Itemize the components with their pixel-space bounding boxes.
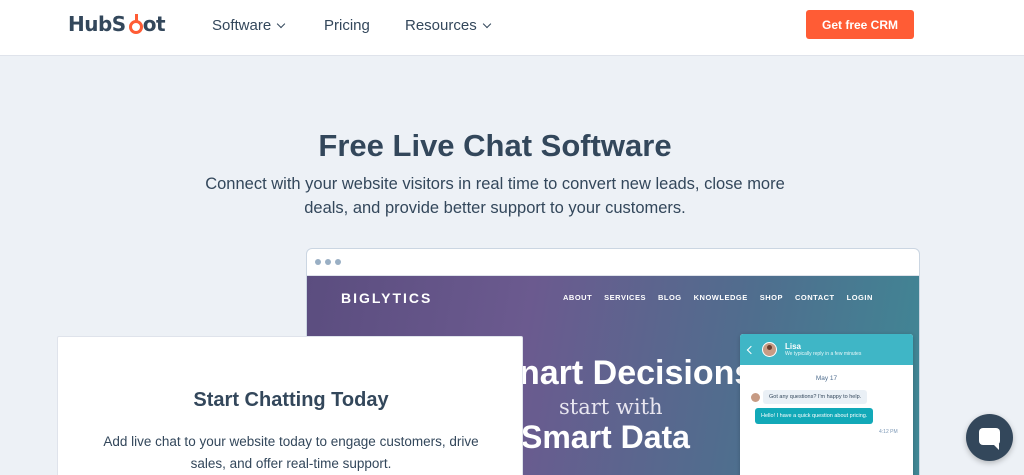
back-arrow-icon [746,345,756,354]
window-dot-icon [335,259,341,265]
mockup-headline: nart Decisions [519,354,754,392]
mockup-nav-item: SHOP [759,293,783,302]
card-text: Add live chat to your website today to e… [103,434,479,471]
mockup-nav-item: KNOWLEDGE [693,293,748,302]
page-subtitle: Connect with your website visitors in re… [205,175,785,217]
chat-date: May 17 [815,375,838,382]
top-navigation: HubS ot Software Pricing Resources Get fr… [0,0,1024,56]
page-title: Free Live Chat Software [318,128,672,163]
chevron-down-icon [482,19,491,29]
incoming-message: Got any questions? I'm happy to help. [763,390,868,404]
window-dot-icon [315,259,321,265]
chat-header: Lisa We typically reply in a few minutes [740,334,913,365]
agent-avatar [762,342,777,357]
agent-name: Lisa [785,342,802,351]
mockup-nav-item: BLOG [657,293,682,302]
mockup-site-nav: ABOUT SERVICES BLOG KNOWLEDGE SHOP CONTA… [563,293,873,302]
mockup-nav-item: LOGIN [846,293,873,302]
agent-avatar-small [751,392,760,402]
sprocket-icon [127,13,143,34]
card-title: Start Chatting Today [193,389,389,411]
chat-widget-mockup: Lisa We typically reply in a few minutes… [740,334,913,475]
nav-resources-label: Resources [405,17,477,34]
mockup-nav-item: ABOUT [563,293,593,302]
get-free-crm-button[interactable]: Get free CRM [806,10,914,39]
logo-text-right: ot [142,12,166,36]
chat-launcher-button[interactable] [966,414,1013,461]
nav-software[interactable]: Software [212,17,286,34]
nav-software-label: Software [212,17,272,34]
mockup-nav-item: SERVICES [604,293,646,302]
mockup-site-logo: BIGLYTICS [341,290,433,306]
mockup-headline: Smart Data [521,419,690,455]
start-chatting-card: Start Chatting Today Add live chat to yo… [57,336,523,475]
outgoing-message: Hello! I have a quick question about pri… [755,408,874,424]
incoming-message-row: Got any questions? I'm happy to help. [751,390,868,404]
hubspot-logo[interactable]: HubS ot [68,12,166,36]
window-dot-icon [325,259,331,265]
chat-bubble-icon [979,428,1000,450]
mockup-headline-script: start with [559,395,663,419]
nav-pricing[interactable]: Pricing [324,17,370,34]
message-time: 4:12 PM [879,429,898,435]
mockup-nav-item: CONTACT [795,293,835,302]
chevron-down-icon [276,19,286,29]
browser-title-bar [307,249,919,276]
agent-status: We typically reply in a few minutes [785,351,862,357]
nav-resources[interactable]: Resources [405,17,491,34]
nav-pricing-label: Pricing [324,17,370,34]
logo-text-left: HubS [68,12,126,36]
